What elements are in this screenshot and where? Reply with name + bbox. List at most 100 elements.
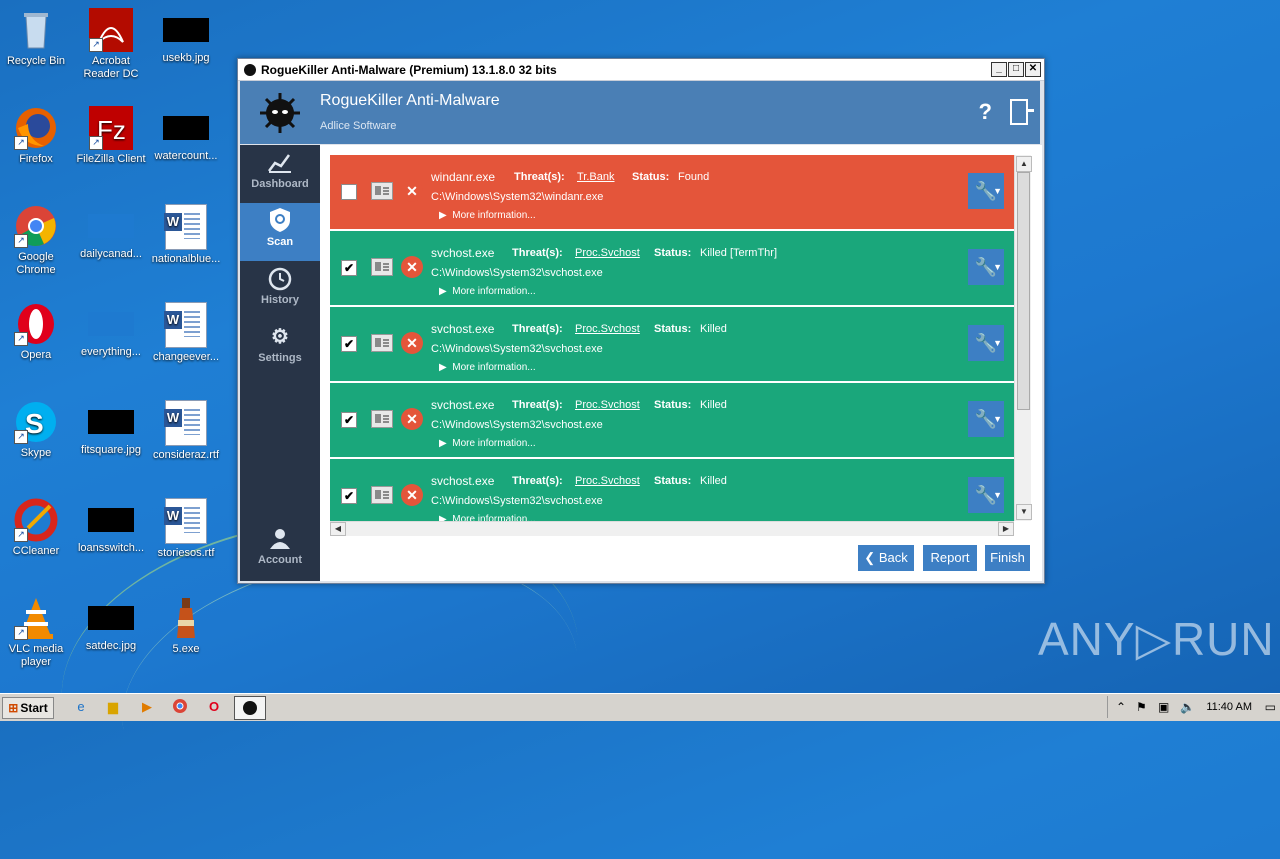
start-button[interactable]: Start — [2, 697, 54, 719]
explorer-folder-icon[interactable]: ▆ — [104, 698, 122, 716]
more-information-toggle[interactable]: ▶ More information... — [439, 514, 536, 521]
desktop-icon-usekb[interactable]: usekb.jpg — [150, 8, 222, 65]
chart-icon — [240, 145, 320, 175]
row-checkbox[interactable]: ✔ — [341, 260, 357, 276]
tools-dropdown-button[interactable]: 🔧 ▼ — [968, 173, 1004, 209]
sidebar-item-history[interactable]: History — [240, 261, 320, 319]
chevron-down-icon: ▼ — [993, 186, 1002, 196]
desktop-icon-ccleaner[interactable]: ↗ CCleaner — [0, 498, 72, 558]
desktop-icon-satdec[interactable]: satdec.jpg — [75, 596, 147, 653]
roguekiller-taskbar-button[interactable] — [234, 696, 266, 720]
image-thumbnail — [88, 214, 134, 238]
sidebar-item-dashboard[interactable]: Dashboard — [240, 145, 320, 203]
tools-dropdown-button[interactable]: 🔧 ▼ — [968, 249, 1004, 285]
threat-link[interactable]: Proc.Svchost — [575, 247, 640, 259]
threat-link[interactable]: Proc.Svchost — [575, 323, 640, 335]
media-player-icon[interactable]: ▶ — [138, 698, 156, 716]
desktop-icon-fitsquare[interactable]: fitsquare.jpg — [75, 400, 147, 457]
ccleaner-icon: ↗ — [14, 498, 58, 542]
result-row[interactable]: ✔ ✕ svchost.exe Threat(s): Proc.Svchost … — [330, 459, 1014, 521]
desktop-icon-skype[interactable]: S ↗ Skype — [0, 400, 72, 460]
more-information-toggle[interactable]: ▶ More information... — [439, 438, 536, 449]
row-checkbox[interactable]: ✔ — [341, 412, 357, 428]
app-title: RogueKiller Anti-Malware — [320, 92, 500, 109]
desktop-icon-storiesos[interactable]: storiesos.rtf — [150, 498, 222, 560]
desktop-icon-opera[interactable]: ↗ Opera — [0, 302, 72, 362]
window-titlebar[interactable]: RogueKiller Anti-Malware (Premium) 13.1.… — [238, 59, 1044, 81]
volume-icon[interactable]: 🔈 — [1180, 700, 1195, 714]
more-information-toggle[interactable]: ▶ More information... — [439, 362, 536, 373]
desktop-icon-nationalblue[interactable]: nationalblue... — [150, 204, 222, 266]
row-checkbox[interactable]: ✔ — [341, 336, 357, 352]
report-button[interactable]: Report — [923, 545, 977, 571]
desktop-icon-changeever[interactable]: changeever... — [150, 302, 222, 364]
vertical-scrollbar[interactable]: ▲ ▼ — [1014, 155, 1032, 521]
desktop-icon-dailycanad[interactable]: dailycanad... — [75, 204, 147, 261]
tools-dropdown-button[interactable]: 🔧 ▼ — [968, 477, 1004, 513]
desktop-icon-recycle-bin[interactable]: Recycle Bin — [0, 8, 72, 68]
minimize-button[interactable]: _ — [991, 62, 1007, 77]
row-filename: svchost.exe — [431, 474, 495, 488]
show-desktop-icon[interactable]: ▭ — [1265, 700, 1276, 714]
flag-icon[interactable]: ⚑ — [1136, 700, 1147, 714]
exit-icon[interactable] — [1010, 99, 1034, 125]
scroll-left-icon[interactable]: ◀ — [330, 522, 346, 536]
desktop-icon-firefox[interactable]: ↗ Firefox — [0, 106, 72, 166]
scroll-right-icon[interactable]: ▶ — [998, 522, 1014, 536]
clock-icon — [240, 261, 320, 291]
tools-dropdown-button[interactable]: 🔧 ▼ — [968, 325, 1004, 361]
result-row[interactable]: ✔ ✕ svchost.exe Threat(s): Proc.Svchost … — [330, 383, 1014, 457]
tools-dropdown-button[interactable]: 🔧 ▼ — [968, 401, 1004, 437]
shortcut-arrow-icon: ↗ — [14, 430, 28, 444]
scroll-up-icon[interactable]: ▲ — [1016, 156, 1032, 172]
sidebar-item-scan[interactable]: Scan — [240, 203, 320, 261]
more-information-toggle[interactable]: ▶ More information... — [439, 286, 536, 297]
image-thumbnail — [163, 18, 209, 42]
result-row[interactable]: ✔ ✕ svchost.exe Threat(s): Proc.Svchost … — [330, 307, 1014, 381]
desktop-icon-acrobat[interactable]: ↗ Acrobat Reader DC — [75, 8, 147, 81]
opera-icon: ↗ — [14, 302, 58, 346]
clock[interactable]: 11:40 AM — [1206, 701, 1252, 713]
chevron-up-icon[interactable]: ⌃ — [1116, 700, 1126, 714]
back-button[interactable]: ❮ Back — [858, 545, 914, 571]
status-label: Status: — [654, 323, 692, 335]
result-row[interactable]: ✕ windanr.exe Threat(s): Tr.Bank Status:… — [330, 155, 1014, 229]
more-information-toggle[interactable]: ▶ More information... — [439, 210, 536, 221]
user-icon — [240, 527, 320, 554]
desktop-icon-consideraz[interactable]: consideraz.rtf — [150, 400, 222, 462]
status-label: Status: — [654, 247, 692, 259]
word-document-icon — [164, 302, 207, 348]
threat-link[interactable]: Proc.Svchost — [575, 399, 640, 411]
desktop-icon-loansswitch[interactable]: loansswitch... — [75, 498, 147, 555]
shortcut-arrow-icon: ↗ — [14, 332, 28, 346]
desktop-icon-vlc[interactable]: ↗ VLC media player — [0, 596, 72, 669]
chrome-taskbar-icon[interactable] — [171, 698, 189, 716]
desktop-icon-5exe[interactable]: 5.exe — [150, 596, 222, 656]
desktop-icon-everything[interactable]: everything... — [75, 302, 147, 359]
scroll-down-icon[interactable]: ▼ — [1016, 504, 1032, 520]
shortcut-arrow-icon: ↗ — [89, 38, 103, 52]
ie-icon[interactable]: e — [72, 698, 90, 716]
sidebar-item-settings[interactable]: ⚙ Settings — [240, 319, 320, 377]
opera-taskbar-icon[interactable]: O — [205, 698, 223, 716]
threat-link[interactable]: Proc.Svchost — [575, 475, 640, 487]
close-button[interactable]: ✕ — [1025, 62, 1041, 77]
result-row[interactable]: ✔ ✕ svchost.exe Threat(s): Proc.Svchost … — [330, 231, 1014, 305]
virus-logo-icon — [258, 91, 300, 133]
chevron-left-icon: ❮ — [864, 550, 876, 565]
desktop-icon-chrome[interactable]: ↗ Google Chrome — [0, 204, 72, 277]
maximize-button[interactable]: □ — [1008, 62, 1024, 77]
network-icon[interactable]: ▣ — [1158, 700, 1169, 714]
finish-button[interactable]: Finish — [985, 545, 1030, 571]
shortcut-arrow-icon: ↗ — [14, 136, 28, 150]
help-button[interactable]: ? — [979, 99, 992, 125]
sidebar-item-account[interactable]: Account — [240, 527, 320, 581]
desktop-icon-filezilla[interactable]: Fz ↗ FileZilla Client — [75, 106, 147, 166]
horizontal-scrollbar[interactable]: ◀ ▶ — [330, 521, 1014, 536]
desktop-icon-watercount[interactable]: watercount... — [150, 106, 222, 163]
row-checkbox[interactable] — [341, 184, 357, 200]
kill-icon: ✕ — [401, 332, 423, 354]
threat-link[interactable]: Tr.Bank — [577, 171, 615, 183]
row-checkbox[interactable]: ✔ — [341, 488, 357, 504]
scroll-thumb[interactable] — [1017, 172, 1030, 410]
